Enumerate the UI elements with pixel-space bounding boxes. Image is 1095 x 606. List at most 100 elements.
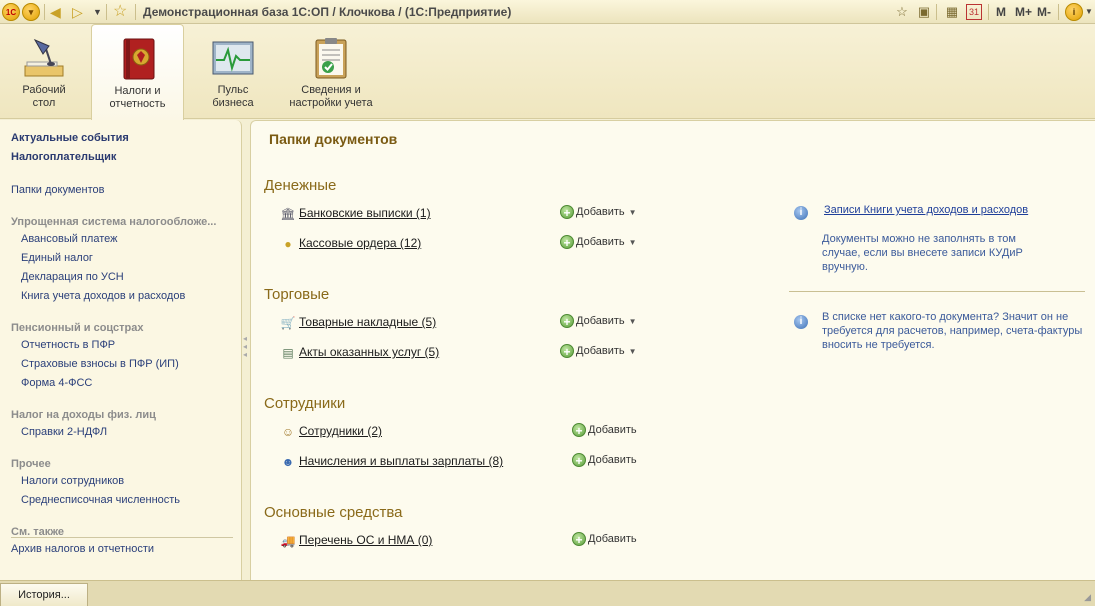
nav-item-2ndfl[interactable]: Справки 2-НДФЛ (21, 426, 107, 438)
nav-item-single-tax[interactable]: Единый налог (21, 252, 93, 264)
plus-icon: + (572, 423, 586, 438)
section-settings[interactable]: Сведения и настройки учета (282, 24, 380, 119)
section-label: Рабочий стол (22, 84, 66, 109)
history-button[interactable]: История... (0, 583, 88, 606)
separator (1058, 4, 1059, 20)
info-icon: i (794, 315, 808, 329)
nav-item-form-4fss[interactable]: Форма 4-ФСС (21, 377, 92, 389)
section-label: Пульс бизнеса (212, 84, 254, 109)
favorites-star-icon[interactable]: ☆ (113, 3, 127, 21)
separator (44, 4, 45, 20)
sections-panel: Рабочий стол Налоги и отчетность Пульс б… (0, 24, 1095, 120)
nav-taxpayer[interactable]: Налогоплательщик (11, 151, 116, 163)
section-desktop[interactable]: Рабочий стол (8, 24, 80, 119)
memory-minus-button[interactable]: M- (1037, 5, 1051, 19)
cart-icon: 🛒 (280, 316, 296, 330)
tax-book-icon (115, 37, 161, 81)
folder-link-employees[interactable]: Сотрудники (2) (299, 424, 382, 438)
folder-link-salary[interactable]: Начисления и выплаты зарплаты (8) (299, 454, 503, 468)
section-label: Сведения и настройки учета (289, 84, 373, 109)
calculator-icon[interactable]: ▦ (944, 4, 960, 20)
help-dropdown-icon[interactable]: ▼ (1085, 3, 1093, 21)
folder-link-fixed-assets[interactable]: Перечень ОС и НМА (0) (299, 533, 432, 547)
folder-link-cash-orders[interactable]: Кассовые ордера (12) (299, 236, 421, 250)
separator (936, 4, 937, 20)
divider (11, 537, 233, 538)
chevron-down-icon[interactable]: ▼ (629, 238, 637, 247)
folder-link-service-acts[interactable]: Акты оказанных услуг (5) (299, 345, 439, 359)
add-button[interactable]: + Добавить ▼ (560, 235, 637, 250)
add-button[interactable]: + Добавить (572, 423, 637, 438)
separator (988, 4, 989, 20)
link-icon[interactable]: ▣ (916, 4, 932, 20)
section-taxes[interactable]: Налоги и отчетность (91, 24, 184, 120)
chevron-down-icon[interactable]: ▼ (629, 347, 637, 356)
panel-splitter-handle[interactable]: ◂ ◂ ◂ (243, 335, 247, 359)
add-label: Добавить (576, 206, 625, 218)
separator (135, 4, 136, 20)
status-bar: История... ◢ (0, 580, 1095, 606)
section-label: Налоги и отчетность (109, 85, 166, 110)
plus-icon: + (572, 532, 586, 547)
nav-item-tax-archive[interactable]: Архив налогов и отчетности (11, 543, 154, 555)
app-logo-icon[interactable]: 1C (2, 3, 20, 21)
forward-arrow-icon[interactable]: ▷ (72, 3, 83, 21)
employee-icon: ☺ (281, 425, 295, 439)
add-label: Добавить (588, 533, 637, 545)
chevron-down-icon[interactable]: ▼ (629, 208, 637, 217)
add-button[interactable]: + Добавить (572, 453, 637, 468)
nav-item-income-book[interactable]: Книга учета доходов и расходов (21, 290, 185, 302)
divider (789, 291, 1085, 292)
desk-lamp-icon (21, 36, 67, 80)
history-dropdown-icon[interactable]: ▼ (93, 3, 102, 21)
plus-icon: + (560, 235, 574, 250)
nav-group-ndfl: Налог на доходы физ. лиц (11, 409, 156, 421)
memory-button[interactable]: M (996, 5, 1006, 19)
folder-link-invoices[interactable]: Товарные накладные (5) (299, 315, 436, 329)
separator (106, 4, 107, 20)
calendar-icon[interactable]: 31 (966, 4, 982, 20)
document-icon: ▤ (282, 346, 294, 360)
nav-item-pfr-reporting[interactable]: Отчетность в ПФР (21, 339, 115, 351)
add-label: Добавить (576, 236, 625, 248)
nav-item-usn-declaration[interactable]: Декларация по УСН (21, 271, 124, 283)
bank-icon: 🏛 (280, 207, 296, 221)
income-book-records-link[interactable]: Записи Книги учета доходов и расходов (824, 204, 1028, 216)
page-title: Папки документов (269, 131, 398, 147)
plus-icon: + (572, 453, 586, 468)
nav-item-headcount[interactable]: Среднесписочная численность (21, 494, 180, 506)
nav-current-events[interactable]: Актуальные события (11, 132, 129, 144)
nav-item-pfr-contributions[interactable]: Страховые взносы в ПФР (ИП) (21, 358, 179, 370)
title-bar: 1C ▾ ◀ ▷ ▼ ☆ Демонстрационная база 1С:ОП… (0, 0, 1095, 24)
section-business-pulse[interactable]: Пульс бизнеса (196, 24, 270, 119)
nav-item-advance-payment[interactable]: Авансовый платеж (21, 233, 117, 245)
info-text-kudir: Документы можно не заполнять в том случа… (822, 233, 1023, 273)
folder-link-bank-statements[interactable]: Банковские выписки (1) (299, 206, 431, 220)
info-text-missing-document: В списке нет какого-то документа? Значит… (822, 311, 1083, 351)
add-button[interactable]: + Добавить (572, 532, 637, 547)
plus-icon: + (560, 205, 574, 220)
info-icon: i (794, 206, 808, 220)
back-arrow-icon[interactable]: ◀ (50, 3, 61, 21)
add-button[interactable]: + Добавить ▼ (560, 205, 637, 220)
group-title-cash: Денежные (264, 177, 337, 194)
nav-document-folders[interactable]: Папки документов (11, 184, 104, 196)
nav-item-employee-taxes[interactable]: Налоги сотрудников (21, 475, 124, 487)
group-title-employees: Сотрудники (264, 395, 346, 412)
nav-group-other: Прочее (11, 458, 51, 470)
window-title: Демонстрационная база 1С:ОП / Клочкова /… (143, 5, 512, 19)
favorites-add-icon[interactable]: ☆ (894, 4, 910, 20)
add-button[interactable]: + Добавить ▼ (560, 344, 637, 359)
plus-icon: + (560, 344, 574, 359)
group-title-fixed-assets: Основные средства (264, 504, 403, 521)
help-info-icon[interactable]: i (1065, 3, 1083, 21)
plus-icon: + (560, 314, 574, 329)
add-button[interactable]: + Добавить ▼ (560, 314, 637, 329)
pulse-monitor-icon (210, 36, 256, 80)
resize-grip-icon[interactable]: ◢ (1084, 592, 1091, 603)
main-menu-button[interactable]: ▾ (22, 3, 40, 21)
chevron-down-icon[interactable]: ▼ (629, 317, 637, 326)
main-content: Папки документов Денежные 🏛 Банковские в… (250, 120, 1095, 580)
memory-plus-button[interactable]: M+ (1015, 5, 1032, 19)
add-label: Добавить (576, 315, 625, 327)
